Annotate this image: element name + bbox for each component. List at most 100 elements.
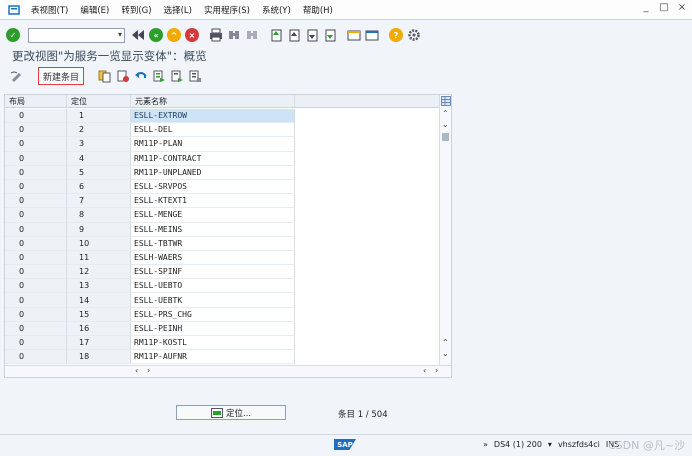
layout-cell[interactable]: 0 [5, 321, 67, 336]
element-name-cell[interactable]: ESLH-WAERS [131, 250, 295, 266]
position-cell[interactable]: 13 [67, 279, 131, 294]
table-row[interactable]: 0 15 ESLL-PRS_CHG [5, 307, 441, 322]
position-button[interactable]: 定位... [176, 405, 286, 420]
position-cell[interactable]: 5 [67, 165, 131, 180]
shortcut-icon[interactable] [365, 28, 379, 42]
command-field[interactable]: ▾ [28, 27, 125, 43]
print-icon[interactable] [209, 28, 223, 42]
position-cell[interactable]: 10 [67, 236, 131, 251]
system-client[interactable]: DS4 (1) 200 [494, 440, 542, 449]
table-row[interactable]: 0 6 ESLL-SRVPOS [5, 179, 441, 195]
help-icon[interactable]: ? [389, 28, 403, 42]
table-row[interactable]: 0 5 RM11P-UNPLANED [5, 165, 441, 180]
layout-cell[interactable]: 0 [5, 137, 67, 152]
layout-cell[interactable]: 0 [5, 165, 67, 180]
cancel-icon[interactable]: × [185, 28, 199, 42]
element-name-cell[interactable]: RM11P-UNPLANED [131, 165, 295, 180]
element-name-cell[interactable]: RM11P-CONTRACT [131, 151, 295, 166]
element-name-cell[interactable]: ESLL-DEL [131, 123, 295, 138]
element-name-cell[interactable]: RM11P-KOSTL [131, 336, 295, 351]
enter-check-icon[interactable]: ✓ [6, 28, 20, 42]
layout-cell[interactable]: 0 [5, 208, 67, 223]
column-settings-icon[interactable] [441, 96, 451, 106]
position-cell[interactable]: 18 [67, 350, 131, 365]
column-header-element-name[interactable]: 元素名称 [131, 95, 295, 107]
last-page-icon[interactable] [323, 28, 337, 42]
system-dropdown-icon[interactable]: ▾ [548, 440, 552, 449]
layout-cell[interactable]: 0 [5, 222, 67, 237]
layout-cell[interactable]: 0 [5, 279, 67, 294]
scroll-right-icon[interactable]: › [147, 366, 150, 375]
deselect-all-icon[interactable] [188, 69, 202, 83]
position-cell[interactable]: 15 [67, 307, 131, 322]
table-row[interactable]: 0 12 ESLL-SPINF [5, 265, 441, 280]
element-name-cell[interactable]: ESLL-KTEXT1 [131, 194, 295, 209]
exit-icon[interactable]: ^ [167, 28, 181, 42]
table-row[interactable]: 0 17 RM11P-KOSTL [5, 336, 441, 351]
element-name-cell[interactable]: ESLL-SRVPOS [131, 179, 295, 195]
horizontal-scrollbar[interactable]: ‹ › ‹ › [5, 365, 451, 377]
table-row[interactable]: 0 16 ESLL-PEINH [5, 321, 441, 336]
status-expand-icon[interactable]: » [483, 440, 488, 449]
layout-cell[interactable]: 0 [5, 250, 67, 266]
layout-cell[interactable]: 0 [5, 336, 67, 351]
scroll-up-icon[interactable]: ⌃ [442, 109, 449, 118]
delete-icon[interactable] [116, 69, 130, 83]
close-button[interactable]: × [676, 2, 688, 13]
table-row[interactable]: 0 13 ESLL-UEBTO [5, 279, 441, 294]
column-header-position[interactable]: 定位 [67, 95, 131, 107]
element-name-cell[interactable]: ESLL-MENGE [131, 208, 295, 223]
new-entries-button[interactable]: 新建条目 [38, 67, 85, 85]
element-name-cell[interactable]: ESLL-UEBTO [131, 279, 295, 294]
layout-cell[interactable]: 0 [5, 293, 67, 308]
scroll-thumb[interactable] [442, 133, 449, 141]
position-cell[interactable]: 9 [67, 222, 131, 237]
maximize-button[interactable]: □ [658, 2, 670, 13]
find-next-icon[interactable] [245, 28, 259, 42]
element-name-cell[interactable]: ESLL-SPINF [131, 265, 295, 280]
element-name-cell[interactable]: ESLL-TBTWR [131, 236, 295, 251]
menu-utilities[interactable]: 实用程序(S) [198, 4, 256, 16]
page-down-icon[interactable]: ⌄ [442, 120, 449, 129]
save-stop-icon[interactable] [131, 28, 145, 42]
layout-cell[interactable]: 0 [5, 236, 67, 251]
layout-cell[interactable]: 0 [5, 151, 67, 166]
select-all-icon[interactable] [152, 69, 166, 83]
select-block-icon[interactable] [170, 69, 184, 83]
page-up-icon[interactable]: ⌃ [442, 338, 449, 347]
chevron-down-icon[interactable]: ▾ [118, 30, 122, 39]
layout-cell[interactable]: 0 [5, 307, 67, 322]
undo-icon[interactable] [134, 69, 148, 83]
scroll-right-end-icon[interactable]: › [435, 366, 438, 375]
gear-icon[interactable] [407, 28, 421, 42]
element-name-cell[interactable]: ESLL-EXTROW [131, 109, 295, 124]
column-header-layout[interactable]: 布局 [5, 95, 67, 107]
table-row[interactable]: 0 4 RM11P-CONTRACT [5, 151, 441, 166]
element-name-cell[interactable]: ESLL-PEINH [131, 321, 295, 336]
layout-cell[interactable]: 0 [5, 109, 67, 124]
layout-cell[interactable]: 0 [5, 179, 67, 195]
menu-select[interactable]: 选择(L) [158, 4, 198, 16]
position-cell[interactable]: 14 [67, 293, 131, 308]
position-cell[interactable]: 11 [67, 250, 131, 266]
position-cell[interactable]: 17 [67, 336, 131, 351]
position-cell[interactable]: 4 [67, 151, 131, 166]
position-cell[interactable]: 6 [67, 179, 131, 195]
table-row[interactable]: 0 10 ESLL-TBTWR [5, 236, 441, 251]
position-cell[interactable]: 16 [67, 321, 131, 336]
position-cell[interactable]: 7 [67, 194, 131, 209]
menu-table-view[interactable]: 表视图(T) [25, 4, 74, 16]
table-row[interactable]: 0 14 ESLL-UEBTK [5, 293, 441, 308]
menu-logo-icon[interactable] [8, 4, 20, 16]
table-row[interactable]: 0 7 ESLL-KTEXT1 [5, 194, 441, 209]
position-cell[interactable]: 12 [67, 265, 131, 280]
position-cell[interactable]: 8 [67, 208, 131, 223]
scroll-down-icon[interactable]: ⌄ [442, 349, 449, 358]
copy-as-icon[interactable] [98, 69, 112, 83]
table-row[interactable]: 0 18 RM11P-AUFNR [5, 350, 441, 365]
menu-edit[interactable]: 编辑(E) [74, 4, 115, 16]
next-page-icon[interactable] [305, 28, 319, 42]
layout-cell[interactable]: 0 [5, 265, 67, 280]
back-icon[interactable]: « [149, 28, 163, 42]
element-name-cell[interactable]: RM11P-AUFNR [131, 350, 295, 365]
